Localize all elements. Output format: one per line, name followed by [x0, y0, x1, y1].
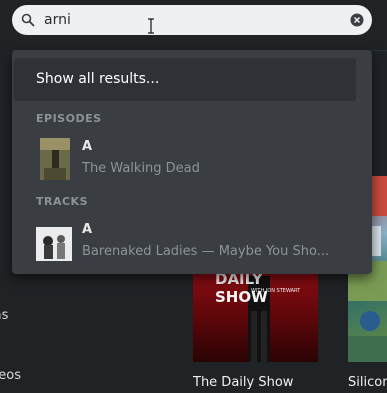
result-subtitle: The Walking Dead — [82, 161, 200, 176]
clear-search-icon[interactable] — [350, 13, 364, 27]
section-header-episodes: EPISODES — [36, 112, 102, 125]
sidebar-item-e[interactable]: e — [0, 338, 8, 353]
search-input[interactable] — [44, 11, 344, 29]
poster-logo-subtext: WITH JON STEWART — [251, 288, 301, 294]
episode-thumbnail — [40, 138, 70, 180]
track-thumbnail — [36, 227, 72, 261]
poster-title-silicon[interactable]: Silicon — [348, 375, 387, 390]
search-icon — [21, 13, 35, 27]
poster-title-daily-show[interactable]: The Daily Show — [193, 375, 293, 390]
sidebar-item-media[interactable]: ias — [0, 308, 18, 323]
search-results-dropdown: Show all results... EPISODES A The Walki… — [12, 50, 372, 274]
result-title: A — [82, 222, 93, 237]
track-result-row[interactable]: A Barenaked Ladies — Maybe You Sho... — [12, 221, 372, 271]
show-all-results-button[interactable]: Show all results... — [14, 58, 356, 101]
text-cursor-icon — [148, 18, 154, 34]
search-bar[interactable] — [12, 5, 372, 35]
sidebar-item-videos[interactable]: deos — [0, 368, 31, 383]
section-header-tracks: TRACKS — [36, 195, 89, 208]
result-title: A — [82, 139, 93, 154]
result-subtitle: Barenaked Ladies — Maybe You Sho... — [82, 244, 330, 259]
episode-result-row[interactable]: A The Walking Dead — [12, 138, 372, 188]
show-all-results-label: Show all results... — [36, 71, 160, 87]
